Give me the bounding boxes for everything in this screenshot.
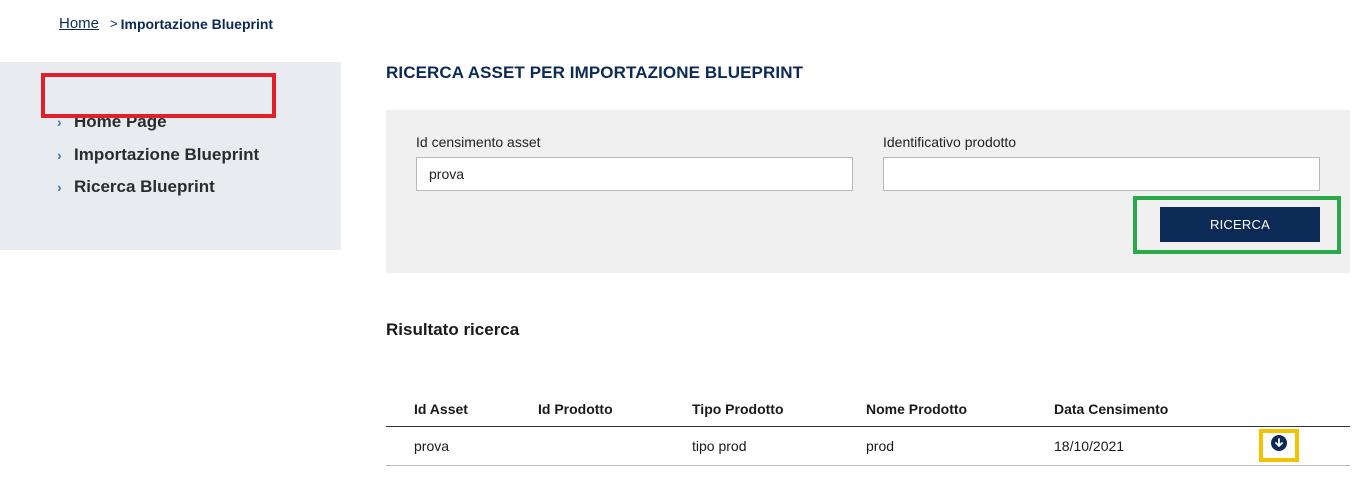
chevron-right-icon: › <box>57 179 62 195</box>
column-header-nome-prodotto: Nome Prodotto <box>866 401 968 417</box>
column-header-id-prodotto: Id Prodotto <box>538 401 613 417</box>
highlight-box-search-button <box>1133 196 1341 254</box>
asset-id-label: Id censimento asset <box>416 134 541 150</box>
results-title: Risultato ricerca <box>386 320 520 339</box>
breadcrumb-home-link[interactable]: Home <box>59 15 99 32</box>
column-header-data-censimento: Data Censimento <box>1054 401 1169 417</box>
page-title: RICERCA ASSET PER IMPORTAZIONE BLUEPRINT <box>386 63 804 82</box>
column-header-id-asset: Id Asset <box>414 401 468 417</box>
sidebar-item-importazione-blueprint[interactable]: › Importazione Blueprint <box>57 145 259 165</box>
chevron-right-icon: › <box>57 147 62 163</box>
breadcrumb: Home > Importazione Blueprint <box>59 15 273 32</box>
cell-id-asset: prova <box>414 438 450 454</box>
sidebar-item-ricerca-blueprint[interactable]: › Ricerca Blueprint <box>57 177 215 197</box>
highlight-box-download <box>1259 429 1299 462</box>
highlight-box-sidebar <box>41 73 276 118</box>
product-id-label: Identificativo prodotto <box>883 134 1017 150</box>
breadcrumb-separator: > <box>110 16 118 31</box>
sidebar-item-label: Ricerca Blueprint <box>74 177 215 196</box>
table-header: Id Asset Id Prodotto Tipo Prodotto Nome … <box>386 392 1350 427</box>
asset-id-input[interactable] <box>416 157 853 191</box>
table-row: prova tipo prod prod 18/10/2021 <box>386 427 1350 466</box>
cell-data-censimento: 18/10/2021 <box>1054 438 1125 454</box>
results-table: Id Asset Id Prodotto Tipo Prodotto Nome … <box>386 392 1350 466</box>
column-header-tipo-prodotto: Tipo Prodotto <box>692 401 784 417</box>
cell-nome-prodotto: prod <box>866 438 895 454</box>
cell-tipo-prodotto: tipo prod <box>692 438 747 454</box>
breadcrumb-current: Importazione Blueprint <box>120 15 274 32</box>
sidebar-item-label: Importazione Blueprint <box>74 145 260 164</box>
product-id-input[interactable] <box>883 157 1320 191</box>
